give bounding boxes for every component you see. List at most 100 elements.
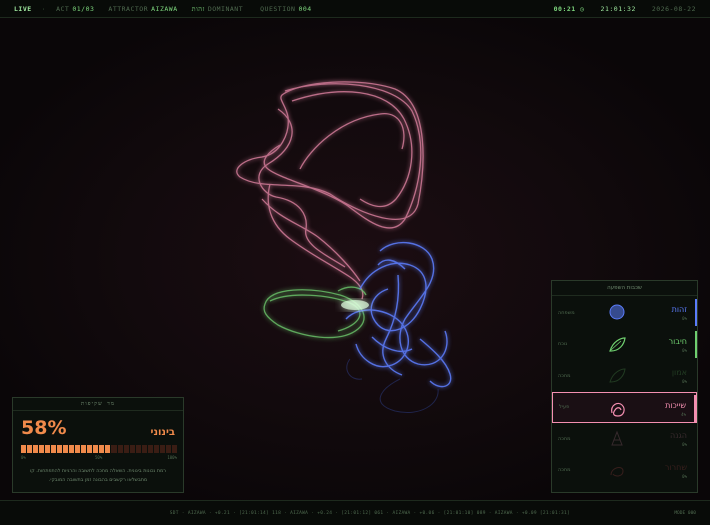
attractor-label: ATTRACTOR <box>108 4 149 13</box>
act-readout: ACT 01/03 <box>56 5 94 13</box>
progress-segment <box>93 445 99 453</box>
scale-mid: 50% <box>95 455 103 460</box>
mode-indicator: MODE 000 <box>674 510 696 516</box>
dominant-readout: זהות DOMINANT <box>192 5 247 13</box>
layer-name: זהות <box>671 305 687 314</box>
confidence-level: בינוני <box>150 427 175 438</box>
question-label: QUESTION <box>260 4 296 13</box>
progress-segment <box>147 445 153 453</box>
layer-accent-bar <box>695 362 697 389</box>
layer-name: הגנה <box>670 431 687 440</box>
layer-state: מחכה <box>558 467 571 473</box>
event-log: SDT · AIZAWA · +0.21 · [21:01:14] 118 · … <box>169 510 570 516</box>
attractor-readout: ATTRACTOR AIZAWA <box>108 5 177 13</box>
progress-segment <box>87 445 93 453</box>
scale-high: 100% <box>167 455 177 460</box>
progress-segment <box>135 445 141 453</box>
faded-shape-icon <box>611 430 623 446</box>
layers-title: שכבות השפעה <box>552 281 697 296</box>
dominant-value: זהות <box>191 4 205 13</box>
progress-segment <box>159 445 165 453</box>
progress-segment <box>171 445 177 453</box>
live-indicator: LIVE <box>14 4 32 13</box>
green-leaf-icon <box>609 336 626 352</box>
progress-segment <box>27 445 33 453</box>
progress-segment <box>45 445 51 453</box>
pink-trail <box>236 81 424 300</box>
clock: 21:01:32 <box>600 4 636 13</box>
blue-sphere-icon <box>609 304 625 320</box>
pink-loop-icon <box>611 402 625 417</box>
layer-accent-bar <box>694 394 696 422</box>
session-timer: 00:21 ◷ <box>553 4 585 13</box>
layer-name: שחרור <box>664 462 687 472</box>
layer-percent: 0% <box>682 473 687 479</box>
layer-row[interactable]: מחכה שחרור 0% <box>552 455 697 486</box>
green-trail <box>263 286 367 339</box>
layer-accent-bar <box>695 457 697 484</box>
progress-segment <box>99 445 105 453</box>
progress-segment <box>57 445 63 453</box>
attractor-value: AIZAWA <box>151 4 178 13</box>
influence-layers-panel: שכבות השפעה משפחה זהות 0% נוכח חיבור 0% מחכה אמ… <box>551 280 698 493</box>
layer-state: מחכה <box>558 372 571 379</box>
progress-segment <box>153 445 159 453</box>
progress-segment <box>141 445 147 453</box>
faded-leaf-icon <box>609 368 626 383</box>
progress-segment <box>111 445 117 453</box>
blue-trail <box>345 241 452 388</box>
layer-state: משפחה <box>558 309 575 316</box>
layer-row[interactable]: נוכח חיבור 0% <box>552 329 697 360</box>
progress-segment <box>123 445 129 453</box>
confidence-percent: 58% <box>21 417 67 439</box>
progress-segment <box>51 445 57 453</box>
act-label: ACT <box>56 4 70 13</box>
layer-state: נוכח <box>558 341 568 347</box>
layer-name: אמון <box>671 368 687 377</box>
layer-accent-bar <box>695 425 697 452</box>
progress-segment <box>33 445 39 453</box>
progress-segment <box>69 445 75 453</box>
progress-segment <box>81 445 87 453</box>
progress-segment <box>21 445 27 453</box>
progress-segment <box>105 445 111 453</box>
layer-percent: 0% <box>682 316 687 321</box>
progress-segment <box>75 445 81 453</box>
top-status-bar: LIVE · ACT 01/03 ATTRACTOR AIZAWA זהות D… <box>0 0 710 18</box>
layer-row[interactable]: פעיל שייכות 4% <box>552 391 697 423</box>
layer-name: שייכות <box>665 400 686 410</box>
layer-accent-bar <box>695 299 697 326</box>
separator-dot: · <box>41 4 47 13</box>
footer-log-bar: SDT · AIZAWA · +0.21 · [21:01:14] 118 · … <box>0 500 710 525</box>
blue-trail-faint <box>346 358 439 413</box>
layer-name: חיבור <box>668 336 687 346</box>
layer-row[interactable]: משפחה זהות 0% <box>552 297 697 328</box>
layer-accent-bar <box>695 330 697 358</box>
faded-red-icon <box>610 466 624 476</box>
question-value: 004 <box>298 4 312 13</box>
progress-segment <box>165 445 171 453</box>
scale-low: 0% <box>21 455 26 460</box>
act-value: 01/03 <box>72 4 95 13</box>
layer-percent: 0% <box>682 379 687 384</box>
layer-state: פעיל <box>559 404 570 410</box>
progress-segment <box>63 445 69 453</box>
progress-segment <box>39 445 45 453</box>
layer-percent: 4% <box>681 411 686 417</box>
core-glow <box>341 300 369 310</box>
confidence-title: מד שקיפות <box>13 398 183 411</box>
layer-state: מחכה <box>558 435 571 442</box>
description-line-1: רמת נכונות בינונית. השאלה מחכה לתשובה וה… <box>29 469 166 474</box>
progress-segment <box>129 445 135 453</box>
date: 2026-08-22 <box>651 4 696 13</box>
progress-segment <box>117 445 123 453</box>
confidence-description: רמת נכונות בינונית. השאלה מחכה לתשובה וה… <box>21 467 175 485</box>
question-readout: QUESTION 004 <box>260 5 312 13</box>
dominant-label: DOMINANT <box>207 4 244 13</box>
layer-percent: 0% <box>682 442 687 447</box>
description-line-2: מתבשלאו רקשבים בהבונה זמן בתשובה המובקי. <box>48 478 148 483</box>
layer-percent: 0% <box>682 347 687 353</box>
layer-row[interactable]: מחכה אמון 0% <box>552 360 697 391</box>
confidence-progress-bar <box>21 445 177 453</box>
layer-row[interactable]: מחכה הגנה 0% <box>552 423 697 454</box>
